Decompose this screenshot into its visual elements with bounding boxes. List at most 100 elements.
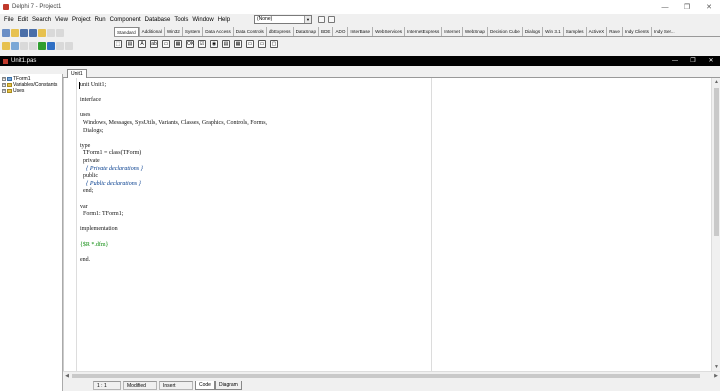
save-all-icon[interactable] (29, 28, 37, 37)
view-form-icon[interactable] (11, 41, 19, 50)
palette-tab-interbase[interactable]: InterBase (347, 27, 372, 36)
palette-tab-decision-cube[interactable]: Decision Cube (486, 27, 522, 36)
palette-component-icon[interactable]: ▭ (258, 40, 266, 48)
palette-tab-data-access[interactable]: Data Access (202, 27, 233, 36)
open-project-icon[interactable] (38, 28, 46, 37)
palette-component-icon[interactable]: ▢ (270, 40, 278, 48)
editor-maximize-icon[interactable]: ❐ (684, 56, 702, 66)
palette-tab-system[interactable]: System (181, 27, 202, 36)
scroll-right-icon[interactable]: ▶ (712, 372, 720, 380)
palette-component-icon[interactable]: A (138, 40, 146, 48)
chevron-down-icon[interactable]: ▼ (304, 16, 311, 23)
code-editor[interactable]: unit Unit1; interface uses Windows, Messag… (63, 78, 711, 371)
palette-component-icon[interactable]: ⬚ (114, 40, 122, 48)
insert-mode-indicator: Insert (159, 381, 193, 390)
run-icon[interactable] (38, 41, 46, 50)
editor-minimize-icon[interactable]: — (666, 56, 684, 66)
palette-tab-dialogs[interactable]: Dialogs (521, 27, 542, 36)
palette-tab-websnap[interactable]: WebSnap (461, 27, 487, 36)
menu-item-window[interactable]: Window (192, 17, 213, 23)
menu-item-help[interactable]: Help (218, 17, 230, 23)
editor-tabstrip: Unit1 (63, 68, 720, 78)
view-unit-icon[interactable] (2, 41, 10, 50)
explorer-item[interactable]: + Uses (2, 88, 24, 94)
palette-tab-indy-clients[interactable]: Indy Clients (621, 27, 651, 36)
menu-item-search[interactable]: Search (32, 17, 51, 23)
menu-item-database[interactable]: Database (145, 17, 171, 23)
menu-item-tools[interactable]: Tools (174, 17, 188, 23)
folder-icon (7, 83, 12, 87)
vertical-scrollbar[interactable]: ▲ ▼ (711, 78, 720, 371)
palette-component-icon[interactable]: ▦ (234, 40, 242, 48)
palette-tab-data-controls[interactable]: Data Controls (232, 27, 266, 36)
code-line: end; (80, 188, 94, 195)
palette-tab-ado[interactable]: ADO (332, 27, 347, 36)
debug-toolbar (2, 40, 74, 51)
menu-item-component[interactable]: Component (110, 17, 141, 23)
code-line: {$R *.dfm} (80, 241, 109, 248)
palette-component-icon[interactable]: ▭ (246, 40, 254, 48)
palette-component-icon[interactable]: ◉ (210, 40, 218, 48)
palette-tab-win32[interactable]: Win32 (163, 27, 182, 36)
new-items-icon[interactable] (2, 28, 10, 37)
open-icon[interactable] (11, 28, 19, 37)
menu-item-view[interactable]: View (55, 17, 68, 23)
menu-item-edit[interactable]: Edit (18, 17, 28, 23)
code-line: { Public declarations } (80, 180, 141, 187)
palette-tab-activex[interactable]: ActiveX (585, 27, 607, 36)
expand-icon[interactable]: + (2, 83, 6, 87)
palette-tab-datasnap[interactable]: DataSnap (292, 27, 318, 36)
remove-file-icon[interactable] (56, 28, 64, 37)
menu-item-project[interactable]: Project (72, 17, 91, 23)
palette-tab-samples[interactable]: Samples (562, 27, 586, 36)
expand-icon[interactable]: + (2, 89, 6, 93)
horizontal-scroll-thumb[interactable] (72, 374, 700, 378)
editor-close-icon[interactable]: ✕ (702, 56, 720, 66)
save-icon[interactable] (20, 28, 28, 37)
palette-tab-standard[interactable]: Standard (114, 27, 139, 36)
toggle-form-unit-icon[interactable] (20, 41, 28, 50)
save-desktop-icon[interactable] (318, 16, 325, 23)
close-icon[interactable]: ✕ (698, 0, 720, 14)
palette-tab-internetexpress[interactable]: InternetExpress (404, 27, 441, 36)
palette-tab-indy-ser-[interactable]: Indy Ser... (650, 27, 677, 36)
scroll-down-icon[interactable]: ▼ (712, 363, 720, 371)
menu-item-file[interactable]: File (4, 17, 14, 23)
palette-component-icon[interactable]: ☑ (198, 40, 206, 48)
menu-item-run[interactable]: Run (95, 17, 106, 23)
add-file-icon[interactable] (47, 28, 55, 37)
palette-tab-additional[interactable]: Additional (138, 27, 164, 36)
desktop-layout-value: (None) (257, 16, 273, 22)
trace-into-icon[interactable] (56, 41, 64, 50)
pause-icon[interactable] (47, 41, 55, 50)
palette-component-icon[interactable]: ▤ (126, 40, 134, 48)
scroll-up-icon[interactable]: ▲ (712, 78, 720, 86)
horizontal-scrollbar[interactable]: ◀ ▶ (63, 371, 720, 379)
palette-component-icon[interactable]: ▤ (222, 40, 230, 48)
palette-tab-webservices[interactable]: WebServices (372, 27, 404, 36)
code-line: Form1: TForm1; (80, 211, 124, 218)
palette-component-icon[interactable]: ab (150, 40, 158, 48)
minimize-icon[interactable]: — (654, 0, 676, 14)
maximize-icon[interactable]: ❐ (676, 0, 698, 14)
desktop-layout-combo[interactable]: (None) ▼ (254, 15, 312, 24)
editor-gutter (64, 78, 77, 371)
tab-code[interactable]: Code (195, 381, 215, 390)
palette-component-icon[interactable]: OK (186, 40, 194, 48)
palette-tab-rave[interactable]: Rave (606, 27, 622, 36)
tab-unit1[interactable]: Unit1 (67, 69, 87, 78)
palette-tab-win-3-1[interactable]: Win 3.1 (542, 27, 563, 36)
tab-diagram[interactable]: Diagram (214, 381, 242, 390)
palette-component-icon[interactable]: ▭ (162, 40, 170, 48)
new-form-icon[interactable] (29, 41, 37, 50)
ide-window-controls: — ❐ ✕ (654, 0, 720, 14)
palette-tab-internet[interactable]: Internet (441, 27, 462, 36)
expand-icon[interactable]: + (2, 77, 6, 81)
vertical-scroll-thumb[interactable] (714, 88, 719, 236)
scroll-left-icon[interactable]: ◀ (63, 372, 71, 380)
step-over-icon[interactable] (65, 41, 73, 50)
palette-component-icon[interactable]: ▦ (174, 40, 182, 48)
set-debug-desktop-icon[interactable] (328, 16, 335, 23)
palette-tab-bde[interactable]: BDE (318, 27, 332, 36)
palette-tab-dbexpress[interactable]: dbExpress (265, 27, 293, 36)
